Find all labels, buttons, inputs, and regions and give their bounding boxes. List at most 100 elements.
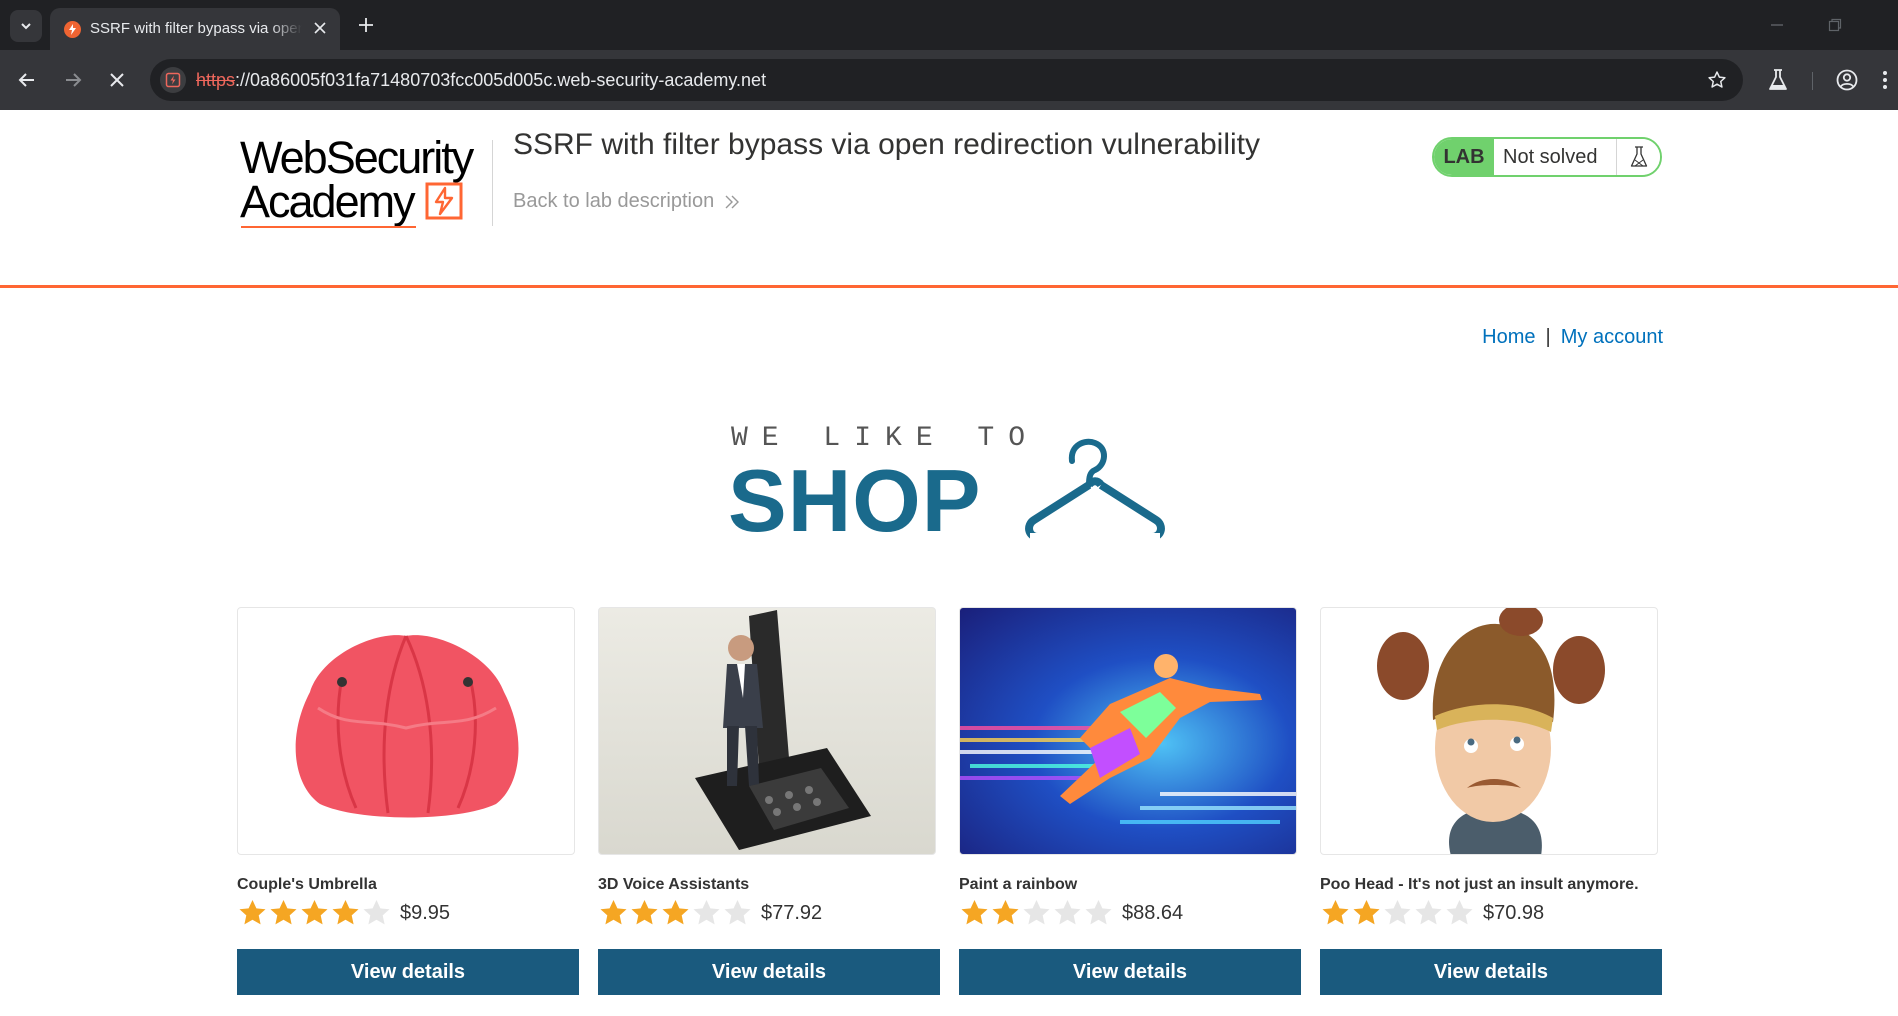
browser-toolbar: https://0a86005f031fa71480703fcc005d005c… <box>0 50 1898 110</box>
restore-icon <box>1828 18 1842 32</box>
product-rating: $9.95 <box>237 896 450 930</box>
labs-button[interactable] <box>1764 66 1792 94</box>
restore-button[interactable] <box>1822 12 1848 38</box>
close-icon <box>314 22 326 34</box>
product-grid: Couple's Umbrella $9.95 View details 3D … <box>237 596 1662 1016</box>
product-name: Paint a rainbow <box>959 876 1078 893</box>
new-tab-button[interactable] <box>352 11 380 39</box>
tab-close-button[interactable] <box>310 18 330 38</box>
view-details-button[interactable]: View details <box>598 949 940 995</box>
star-filled-icon <box>631 900 658 925</box>
we-like-to-shop-banner: WE LIKE TO SHOP <box>728 415 1170 549</box>
browser-tab-active[interactable]: SSRF with filter bypass via open redirec… <box>50 8 340 50</box>
lab-title: SSRF with filter bypass via open redirec… <box>513 128 1260 161</box>
star-empty-icon <box>1085 900 1112 925</box>
star-filled-icon <box>961 900 988 925</box>
browser-tab-bar: SSRF with filter bypass via open redirec… <box>0 0 1898 50</box>
star-filled-icon <box>301 900 328 925</box>
star-empty-icon <box>724 900 751 925</box>
product-rating: $88.64 <box>959 896 1183 930</box>
product-name: Poo Head - It's not just an insult anymo… <box>1320 876 1639 893</box>
star-filled-icon <box>1322 900 1349 925</box>
minimize-button[interactable] <box>1764 12 1790 38</box>
star-filled-icon <box>600 900 627 925</box>
lab-badge: LAB <box>1434 139 1494 175</box>
header-divider <box>492 140 493 226</box>
tab-title: SSRF with filter bypass via open redirec… <box>90 20 302 37</box>
browser-menu-button[interactable] <box>1877 66 1893 94</box>
banner-small-text: WE LIKE TO <box>731 423 1040 454</box>
star-empty-icon <box>1023 900 1050 925</box>
bookmark-button[interactable] <box>1705 68 1729 92</box>
profile-icon <box>1836 69 1858 91</box>
site-info-button[interactable] <box>160 67 186 93</box>
labs-flask-icon <box>1769 69 1787 90</box>
lab-status-text: Not solved <box>1494 139 1616 175</box>
logo-underline <box>241 226 416 228</box>
forward-arrow-icon <box>66 73 82 87</box>
product-price: $88.64 <box>1122 901 1184 924</box>
plus-icon <box>359 18 373 32</box>
minimize-icon <box>1771 24 1783 26</box>
view-details-button[interactable]: View details <box>237 949 579 995</box>
forward-button[interactable] <box>58 65 88 95</box>
product-price: $77.92 <box>761 901 823 924</box>
back-link-label: Back to lab description <box>513 190 715 212</box>
nav-separator: | <box>1545 326 1551 348</box>
home-link[interactable]: Home <box>1482 326 1535 348</box>
academy-bolt-icon <box>425 182 463 220</box>
stop-loading-button[interactable] <box>102 65 132 95</box>
view-details-button[interactable]: View details <box>1320 949 1662 995</box>
address-bar[interactable]: https://0a86005f031fa71480703fcc005d005c… <box>150 59 1743 101</box>
tab-list-icon <box>21 23 31 30</box>
url-text[interactable]: https://0a86005f031fa71480703fcc005d005c… <box>196 70 766 91</box>
product-name: Couple's Umbrella <box>237 876 377 893</box>
product-rating: $70.98 <box>1320 896 1544 930</box>
product-rating: $77.92 <box>598 896 822 930</box>
back-button[interactable] <box>12 65 42 95</box>
url-scheme: https <box>196 70 236 90</box>
star-empty-icon <box>1446 900 1473 925</box>
star-filled-icon <box>239 900 266 925</box>
url-host: ://0a86005f031fa71480703fcc005d005c.web-… <box>235 70 767 90</box>
kebab-menu-icon <box>1883 71 1887 89</box>
star-icon <box>1708 71 1726 88</box>
site-nav: Home | My account <box>1482 326 1663 349</box>
star-filled-icon <box>992 900 1019 925</box>
product-price: $70.98 <box>1483 901 1545 924</box>
star-empty-icon <box>1415 900 1442 925</box>
product-image-paint-rainbow[interactable] <box>959 607 1297 855</box>
lab-flask-button[interactable] <box>1616 139 1660 175</box>
stop-loading-icon <box>110 73 124 87</box>
favicon-icon <box>64 21 81 38</box>
profile-button[interactable] <box>1833 66 1861 94</box>
product-name: 3D Voice Assistants <box>598 876 750 893</box>
back-arrow-icon <box>18 73 34 87</box>
my-account-link[interactable]: My account <box>1561 326 1663 348</box>
hanger-icon <box>1025 438 1165 543</box>
lab-status-widget: LAB Not solved <box>1432 137 1662 177</box>
web-security-academy-logo[interactable]: WebSecurity Academy <box>240 132 490 236</box>
product-image-voice-assistant[interactable] <box>598 607 936 855</box>
logo-line-1: WebSecurity <box>240 132 474 183</box>
product-image-poo-head[interactable] <box>1320 607 1658 855</box>
flask-icon <box>1630 146 1647 167</box>
star-empty-icon <box>363 900 390 925</box>
view-details-button[interactable]: View details <box>959 949 1301 995</box>
site-info-icon <box>165 72 181 88</box>
product-price: $9.95 <box>400 901 451 924</box>
tab-list-button[interactable] <box>10 10 42 42</box>
page-content: WebSecurity Academy SSRF with filter byp… <box>0 110 1898 1014</box>
star-filled-icon <box>662 900 689 925</box>
academy-header: WebSecurity Academy SSRF with filter byp… <box>0 110 1898 288</box>
product-image-umbrella[interactable] <box>237 607 575 855</box>
star-empty-icon <box>1054 900 1081 925</box>
star-filled-icon <box>332 900 359 925</box>
banner-big-text: SHOP <box>728 451 982 550</box>
back-to-lab-description-link[interactable]: Back to lab description <box>513 190 740 213</box>
star-filled-icon <box>1353 900 1380 925</box>
star-empty-icon <box>693 900 720 925</box>
star-empty-icon <box>1384 900 1411 925</box>
double-chevron-right-icon <box>725 195 740 208</box>
toolbar-separator <box>1812 72 1813 90</box>
